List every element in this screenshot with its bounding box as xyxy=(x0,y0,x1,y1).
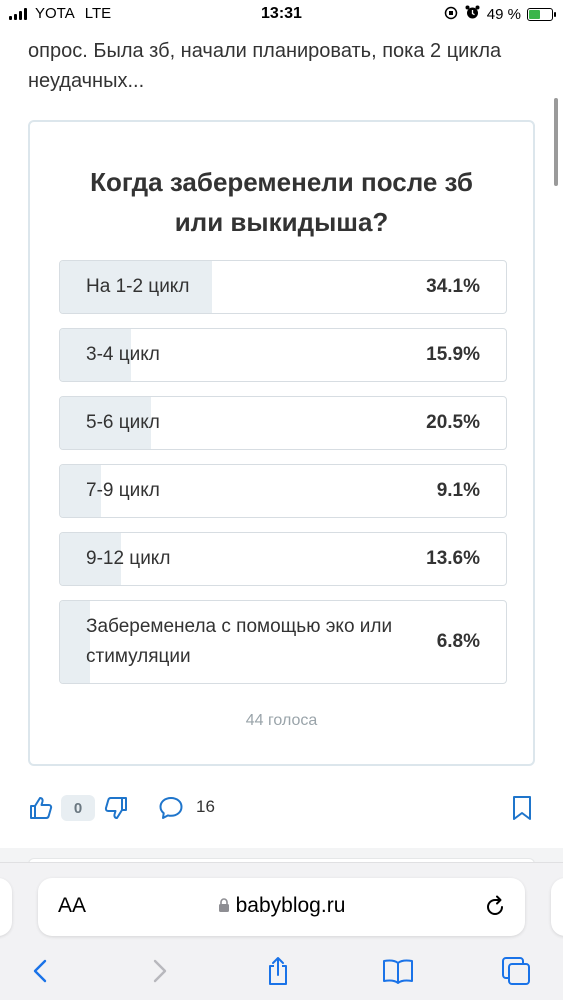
thumbs-up-icon xyxy=(30,797,53,819)
browser-bar: AA babyblog.ru xyxy=(0,862,563,1000)
poll-option[interactable]: 3-4 цикл 15.9% xyxy=(59,328,507,382)
status-bar: YOTA LTE 13:31 49 % xyxy=(0,0,563,30)
lock-icon xyxy=(218,895,230,919)
alarm-icon xyxy=(465,5,480,23)
bookmarks-button[interactable] xyxy=(378,951,418,991)
forward-button[interactable] xyxy=(140,951,180,991)
chevron-right-icon xyxy=(153,959,167,983)
poll-option-percent: 13.6% xyxy=(426,548,480,569)
url-display[interactable]: babyblog.ru xyxy=(38,894,525,919)
bookmark-button[interactable] xyxy=(508,793,536,823)
battery-percent: 49 % xyxy=(486,5,521,23)
poll-option-label: На 1-2 цикл xyxy=(86,276,190,297)
comment-icon xyxy=(159,797,183,819)
share-icon xyxy=(269,957,287,985)
poll-option-label: 5-6 цикл xyxy=(86,412,160,433)
orientation-lock-icon xyxy=(444,6,458,23)
bookmark-icon xyxy=(513,796,531,820)
poll-option-percent: 20.5% xyxy=(426,412,480,433)
dislike-button[interactable] xyxy=(101,793,131,823)
poll-option-label: Забеременела с помощью эко или стимуляци… xyxy=(86,616,393,667)
tabs-icon xyxy=(502,957,530,985)
poll-option-label: 7-9 цикл xyxy=(86,480,160,501)
thumbs-down-icon xyxy=(104,797,127,819)
back-button[interactable] xyxy=(20,951,60,991)
poll-option-label: 3-4 цикл xyxy=(86,344,160,365)
poll-title: Когда забеременели после зб или выкидыша… xyxy=(30,162,533,242)
poll-option-percent: 9.1% xyxy=(436,480,480,501)
poll-option-percent: 15.9% xyxy=(426,344,480,365)
book-icon xyxy=(383,959,413,984)
comments-button[interactable] xyxy=(155,793,187,823)
next-tab-pill[interactable] xyxy=(551,878,563,936)
comment-count: 16 xyxy=(196,797,215,816)
poll-option[interactable]: На 1-2 цикл 34.1% xyxy=(59,260,507,314)
poll-option[interactable]: 9-12 цикл 13.6% xyxy=(59,532,507,586)
poll-option-percent: 6.8% xyxy=(436,631,480,652)
share-button[interactable] xyxy=(258,951,298,991)
post-intro-text: опрос. Была зб, начали планировать, пока… xyxy=(28,40,502,92)
scroll-indicator[interactable] xyxy=(554,98,558,186)
reload-button[interactable] xyxy=(483,893,507,924)
poll-title-text: Когда забеременели после зб или выкидыша… xyxy=(90,167,473,237)
poll-option-percent: 34.1% xyxy=(426,276,480,297)
url-text: babyblog.ru xyxy=(235,894,346,917)
reload-icon xyxy=(487,895,503,915)
battery-icon xyxy=(527,7,556,21)
like-button[interactable] xyxy=(26,793,56,823)
poll-option[interactable]: 7-9 цикл 9.1% xyxy=(59,464,507,518)
like-count: 0 xyxy=(61,795,95,821)
poll-votes-count: 44 голоса xyxy=(245,712,318,729)
poll-option-label: 9-12 цикл xyxy=(86,548,171,569)
address-bar[interactable]: AA babyblog.ru xyxy=(38,878,525,936)
poll-option[interactable]: 5-6 цикл 20.5% xyxy=(59,396,507,450)
tabs-button[interactable] xyxy=(496,951,536,991)
poll-option[interactable]: Забеременела с помощью эко или стимуляци… xyxy=(59,600,507,684)
status-right: 49 % xyxy=(444,5,556,23)
poll-card: Когда забеременели после зб или выкидыша… xyxy=(28,120,535,766)
prev-tab-pill[interactable] xyxy=(0,878,12,936)
chevron-left-icon xyxy=(33,959,47,983)
